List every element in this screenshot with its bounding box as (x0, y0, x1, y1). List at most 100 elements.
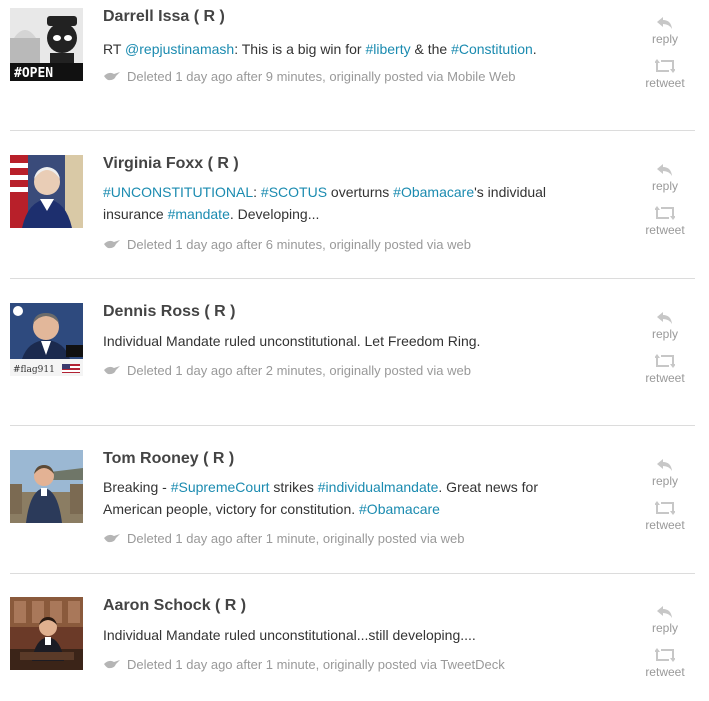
meta-text: Deleted 1 day ago after 1 minute, origin… (127, 531, 465, 546)
tweet-text-segment: Individual Mandate ruled unconstitutiona… (103, 627, 476, 643)
avatar-image (10, 597, 83, 670)
tweet-actions: reply retweet (635, 458, 695, 532)
divider (10, 278, 695, 279)
tweet-text: Individual Mandate ruled unconstitutiona… (103, 624, 573, 646)
tweet-text-segment: Breaking - (103, 479, 171, 495)
hashtag-link[interactable]: #Obamacare (359, 501, 440, 517)
tweet-text-segment: : This is a big win for (234, 41, 366, 57)
tweet-text: RT @repjustinamash: This is a big win fo… (103, 38, 573, 60)
tweet-item: Virginia Foxx ( R ) #UNCONSTITUTIONAL: #… (0, 155, 709, 270)
meta-text: Deleted 1 day ago after 1 minute, origin… (127, 657, 505, 672)
hashtag-link[interactable]: #UNCONSTITUTIONAL (103, 184, 253, 200)
meta-text: Deleted 1 day ago after 6 minutes, origi… (127, 237, 471, 252)
avatar-image (10, 155, 83, 228)
svg-text:#OPEN: #OPEN (14, 66, 53, 81)
avatar-image (10, 450, 83, 523)
bird-icon (104, 240, 120, 249)
reply-button[interactable]: reply (635, 163, 695, 193)
retweet-icon (655, 501, 675, 515)
avatar[interactable] (10, 155, 83, 228)
avatar[interactable] (10, 450, 83, 523)
hashtag-link[interactable]: #SupremeCourt (171, 479, 270, 495)
hashtag-link[interactable]: #mandate (168, 206, 230, 222)
retweet-icon (655, 206, 675, 220)
retweet-label: retweet (645, 665, 685, 679)
tweet-meta: Deleted 1 day ago after 1 minute, origin… (103, 531, 464, 546)
tweet-item: #OPEN Darrell Issa ( R ) RT @repjustinam… (0, 8, 709, 123)
reply-label: reply (651, 474, 678, 488)
retweet-button[interactable]: retweet (635, 58, 695, 90)
hashtag-link[interactable]: #SCOTUS (261, 184, 327, 200)
retweet-button[interactable]: retweet (635, 353, 695, 385)
divider (10, 573, 695, 574)
bird-icon (104, 72, 120, 81)
tweet-text-segment: . (532, 41, 537, 57)
author-name[interactable]: Dennis Ross ( R ) (103, 303, 235, 321)
reply-label: reply (651, 327, 678, 341)
reply-icon (657, 17, 672, 29)
author-name[interactable]: Virginia Foxx ( R ) (103, 155, 239, 173)
tweet-meta: Deleted 1 day ago after 6 minutes, origi… (103, 237, 471, 252)
retweet-label: retweet (645, 518, 685, 532)
svg-text:#flag911: #flag911 (13, 365, 55, 375)
retweet-label: retweet (645, 76, 685, 90)
retweet-button[interactable]: retweet (635, 500, 695, 532)
tweet-text-segment: overturns (327, 184, 394, 200)
tweet-actions: reply retweet (635, 605, 695, 679)
retweet-button[interactable]: retweet (635, 205, 695, 237)
reply-button[interactable]: reply (635, 16, 695, 46)
reply-label: reply (651, 179, 678, 193)
hashtag-link[interactable]: #Obamacare (393, 184, 474, 200)
reply-button[interactable]: reply (635, 458, 695, 488)
avatar[interactable]: #OPEN (10, 8, 83, 81)
reply-icon (657, 312, 672, 324)
avatar[interactable]: #flag911 (10, 303, 83, 376)
tweet-meta: Deleted 1 day ago after 2 minutes, origi… (103, 363, 471, 378)
tweet-text-segment: . Developing... (229, 206, 320, 222)
meta-text: Deleted 1 day ago after 2 minutes, origi… (127, 363, 471, 378)
tweet-text-segment: Individual Mandate ruled unconstitutiona… (103, 333, 481, 349)
divider (10, 425, 695, 426)
tweet-text: #UNCONSTITUTIONAL: #SCOTUS overturns #Ob… (103, 181, 573, 225)
reply-button[interactable]: reply (635, 311, 695, 341)
hashtag-link[interactable]: #liberty (365, 41, 410, 57)
reply-icon (657, 459, 672, 471)
author-name[interactable]: Tom Rooney ( R ) (103, 450, 234, 468)
tweet-actions: reply retweet (635, 311, 695, 385)
tweet-text-segment: RT (103, 41, 126, 57)
hashtag-link[interactable]: #Constitution (451, 41, 533, 57)
tweet-actions: reply retweet (635, 16, 695, 90)
tweet-item: Aaron Schock ( R ) Individual Mandate ru… (0, 597, 709, 697)
retweet-icon (655, 354, 675, 368)
retweet-button[interactable]: retweet (635, 647, 695, 679)
divider (10, 130, 695, 131)
retweet-icon (655, 648, 675, 662)
tweet-actions: reply retweet (635, 163, 695, 237)
tweet-meta: Deleted 1 day ago after 9 minutes, origi… (103, 69, 516, 84)
retweet-label: retweet (645, 223, 685, 237)
avatar-image: #flag911 (10, 303, 83, 376)
mention-link[interactable]: @repjustinamash (125, 41, 234, 57)
avatar[interactable] (10, 597, 83, 670)
avatar-image: #OPEN (10, 8, 83, 81)
tweet-text: Individual Mandate ruled unconstitutiona… (103, 330, 573, 352)
reply-label: reply (651, 32, 678, 46)
reply-icon (657, 164, 672, 176)
reply-icon (657, 606, 672, 618)
bird-icon (104, 534, 120, 543)
hashtag-link[interactable]: #individualmandate (318, 479, 439, 495)
tweet-text-segment: : (253, 184, 261, 200)
retweet-label: retweet (645, 371, 685, 385)
tweet-text: Breaking - #SupremeCourt strikes #indivi… (103, 476, 573, 520)
tweet-item: Tom Rooney ( R ) Breaking - #SupremeCour… (0, 450, 709, 565)
tweet-item: #flag911 Dennis Ross ( R ) Individual Ma… (0, 303, 709, 418)
reply-button[interactable]: reply (635, 605, 695, 635)
bird-icon (104, 366, 120, 375)
reply-label: reply (651, 621, 678, 635)
bird-icon (104, 660, 120, 669)
meta-text: Deleted 1 day ago after 9 minutes, origi… (127, 69, 516, 84)
retweet-icon (655, 59, 675, 73)
tweet-text-segment: & the (410, 41, 452, 57)
author-name[interactable]: Aaron Schock ( R ) (103, 597, 246, 615)
author-name[interactable]: Darrell Issa ( R ) (103, 8, 225, 26)
